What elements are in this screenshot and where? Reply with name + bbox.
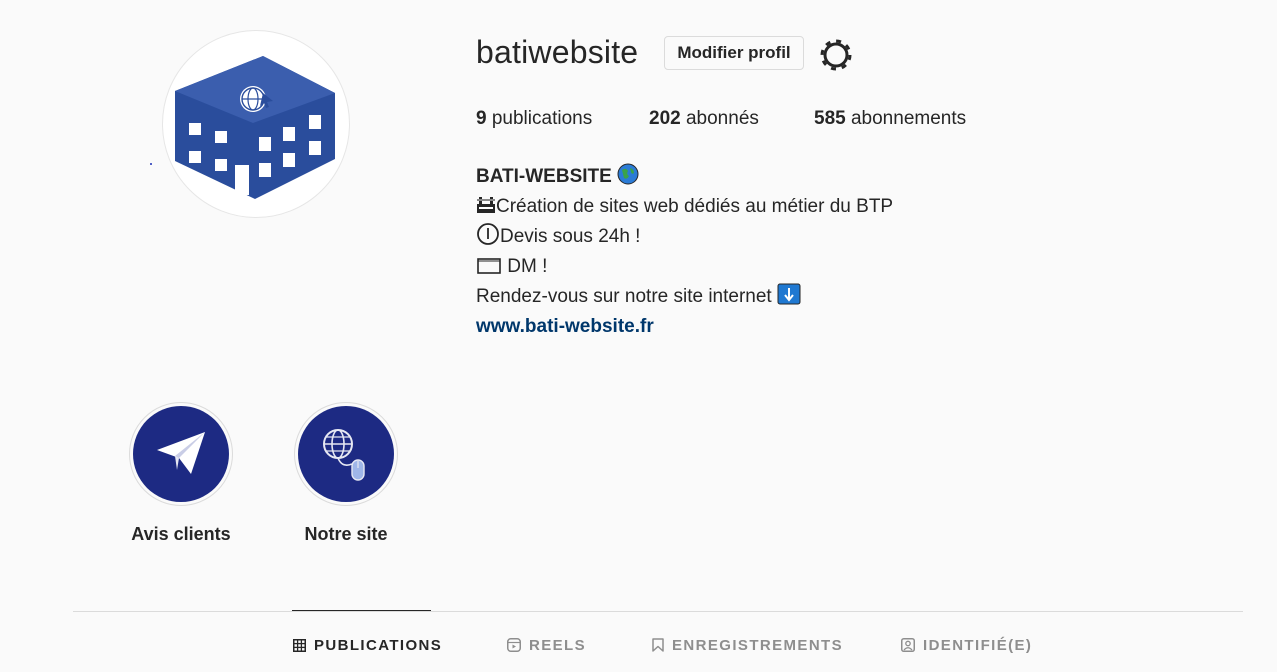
highlight-ring [294,402,398,506]
bio-line-1-text: Création de sites web dédiés au métier d… [496,196,894,217]
highlight-notre-site[interactable]: Notre site [294,402,398,544]
following-stat[interactable]: 585 abonnements [814,108,966,130]
followers-stat[interactable]: 202 abonnés [649,108,759,130]
tabs-divider [73,611,1243,612]
highlight-label: Avis clients [131,524,231,544]
tab-label: ENREGISTREMENTS [672,636,844,654]
active-tab-indicator [292,610,431,611]
tagged-user-icon [901,638,915,652]
followers-label: abonnés [685,108,759,129]
construction-emoji-icon [477,197,495,213]
highlight-cover [133,406,229,502]
tab-label: REELS [529,636,587,654]
highlight-ring [129,402,233,506]
profile-avatar[interactable] [162,30,350,218]
bio-line-1: Création de sites web dédiés au métier d… [476,192,893,222]
envelope-emoji-icon [477,258,501,274]
reels-icon [507,638,521,652]
clock-emoji-icon [477,223,499,245]
edit-profile-button[interactable]: Modifier profil [664,36,804,70]
tab-label: IDENTIFIÉ(E) [923,636,1033,654]
highlight-cover [298,406,394,502]
following-label: abonnements [850,108,967,129]
bio-line-2: Devis sous 24h ! [476,222,893,252]
bio-name: BATI-WEBSITE [476,166,612,187]
globe-mouse-icon [323,429,365,481]
bio-line-4: Rendez-vous sur notre site internet [476,282,893,312]
following-count: 585 [814,108,846,129]
highlight-label: Notre site [304,524,388,544]
tab-reels[interactable]: REELS [507,634,586,656]
gear-icon[interactable] [820,39,852,71]
tab-identifie[interactable]: IDENTIFIÉ(E) [901,634,1032,656]
tab-enregistrements[interactable]: ENREGISTREMENTS [652,634,843,656]
posts-label: publications [491,108,593,129]
bio-link-line: www.bati-website.fr [476,312,893,342]
website-link[interactable]: www.bati-website.fr [476,316,654,337]
paper-plane-icon [157,432,205,474]
decorative-dot [150,163,152,165]
followers-count: 202 [649,108,681,129]
posts-stat: 9 publications [476,108,592,130]
bio-line-4-text: Rendez-vous sur notre site internet [476,286,777,307]
highlight-avis-clients[interactable]: Avis clients [129,402,233,544]
profile-page: batiwebsite Modifier profil 9 publicatio… [0,0,1277,672]
bookmark-icon [652,638,664,652]
bio-line-3-text: DM ! [502,256,548,277]
tab-publications[interactable]: PUBLICATIONS [293,634,442,656]
profile-bio: BATI-WEBSITE Création de sites web dédié… [476,162,893,342]
profile-username: batiwebsite [476,34,639,70]
bio-line-2-text: Devis sous 24h ! [500,226,641,247]
posts-count: 9 [476,108,487,129]
globe-emoji-icon [617,163,639,185]
bio-line-3: DM ! [476,252,893,282]
down-arrow-emoji-icon [777,283,801,305]
tab-label: PUBLICATIONS [314,636,443,654]
building-logo-icon [175,56,335,199]
grid-icon [293,638,306,652]
bio-name-line: BATI-WEBSITE [476,162,893,192]
